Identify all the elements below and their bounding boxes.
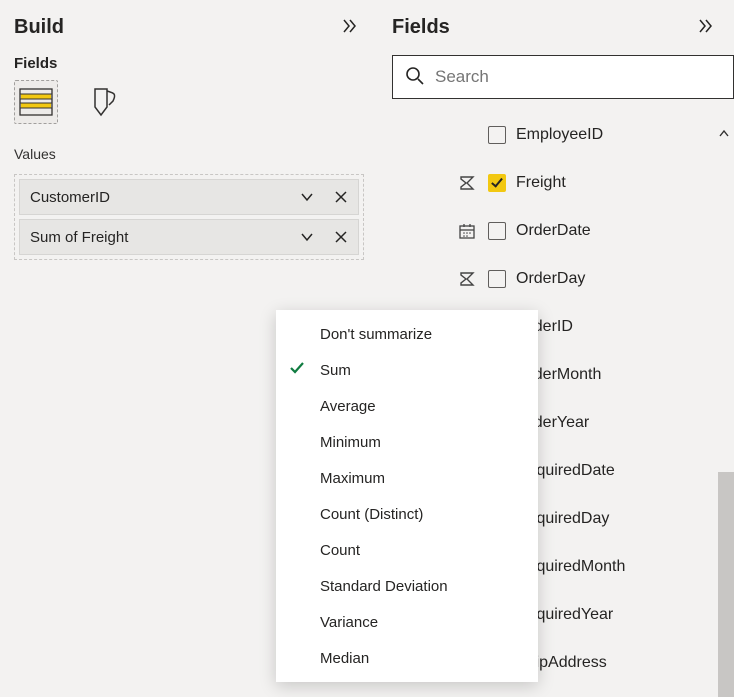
pill-label: Sum of Freight xyxy=(30,229,290,246)
menu-item-label: Don't summarize xyxy=(320,326,432,343)
field-name: Freight xyxy=(516,174,566,192)
menu-item-label: Minimum xyxy=(320,434,381,451)
menu-item-count[interactable]: Count xyxy=(276,532,538,568)
expand-icon[interactable] xyxy=(718,127,730,143)
menu-item-don-t-summarize[interactable]: Don't summarize xyxy=(276,316,538,352)
menu-item-average[interactable]: Average xyxy=(276,388,538,424)
pill-remove-icon[interactable] xyxy=(324,220,358,254)
menu-item-label: Maximum xyxy=(320,470,385,487)
field-checkbox[interactable] xyxy=(488,222,506,240)
values-well[interactable]: CustomerID Sum of Freight xyxy=(14,174,364,260)
value-pill-customerid[interactable]: CustomerID xyxy=(19,179,359,215)
build-fields-label: Fields xyxy=(14,55,364,72)
collapse-fields-icon[interactable] xyxy=(692,12,720,43)
menu-item-label: Sum xyxy=(320,362,351,379)
table-visual-button[interactable] xyxy=(14,80,58,124)
pill-label: CustomerID xyxy=(30,189,290,206)
scrollbar[interactable] xyxy=(718,472,734,697)
field-row-orderday[interactable]: OrderDay xyxy=(484,255,734,303)
menu-item-standard-deviation[interactable]: Standard Deviation xyxy=(276,568,538,604)
menu-item-count-distinct-[interactable]: Count (Distinct) xyxy=(276,496,538,532)
menu-item-label: Average xyxy=(320,398,376,415)
build-title: Build xyxy=(14,16,64,39)
values-label: Values xyxy=(14,146,364,162)
field-type-icon xyxy=(456,270,478,288)
menu-item-maximum[interactable]: Maximum xyxy=(276,460,538,496)
field-row-employeeid[interactable]: EmployeeID xyxy=(484,111,734,159)
field-type-icon xyxy=(456,174,478,192)
fields-title: Fields xyxy=(392,16,450,39)
field-row-freight[interactable]: Freight xyxy=(484,159,734,207)
check-icon xyxy=(288,359,306,381)
value-pill-freight[interactable]: Sum of Freight xyxy=(19,219,359,255)
menu-item-variance[interactable]: Variance xyxy=(276,604,538,640)
menu-item-label: Count xyxy=(320,542,360,559)
menu-item-label: Count (Distinct) xyxy=(320,506,423,523)
field-checkbox[interactable] xyxy=(488,174,506,192)
menu-item-median[interactable]: Median xyxy=(276,640,538,676)
field-row-orderdate[interactable]: OrderDate xyxy=(484,207,734,255)
field-name: EmployeeID xyxy=(516,126,603,144)
collapse-build-icon[interactable] xyxy=(336,12,364,43)
field-type-icon xyxy=(456,222,478,240)
pill-dropdown-icon[interactable] xyxy=(290,220,324,254)
menu-item-sum[interactable]: Sum xyxy=(276,352,538,388)
menu-item-label: Median xyxy=(320,650,369,667)
field-name: OrderDate xyxy=(516,222,591,240)
menu-item-label: Variance xyxy=(320,614,378,631)
search-box[interactable] xyxy=(392,55,734,99)
search-input[interactable] xyxy=(435,67,721,87)
field-checkbox[interactable] xyxy=(488,126,506,144)
menu-item-minimum[interactable]: Minimum xyxy=(276,424,538,460)
pill-dropdown-icon[interactable] xyxy=(290,180,324,214)
field-checkbox[interactable] xyxy=(488,270,506,288)
search-icon xyxy=(405,66,425,89)
menu-item-label: Standard Deviation xyxy=(320,578,448,595)
aggregation-menu: Don't summarize Sum Average Minimum Maximum C… xyxy=(276,310,538,682)
format-visual-button[interactable] xyxy=(82,80,126,124)
pill-remove-icon[interactable] xyxy=(324,180,358,214)
field-name: OrderDay xyxy=(516,270,585,288)
